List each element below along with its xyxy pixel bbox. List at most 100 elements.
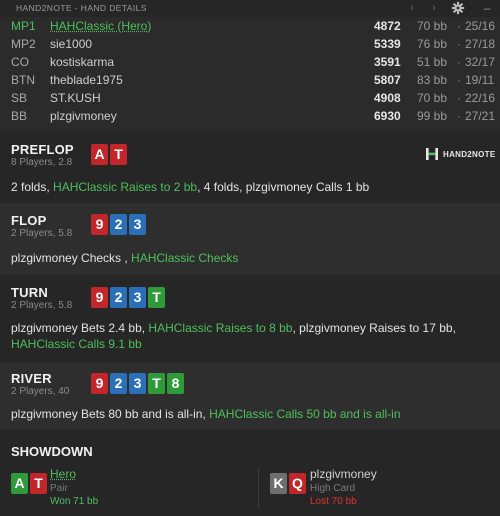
player-row[interactable]: BTN theblade1975 5807 83 bb 19/11 · — [0, 71, 500, 89]
action-text: , plzgivmoney Raises to 17 bb, — [292, 321, 456, 335]
player-name[interactable]: HAHClassic (Hero) — [50, 19, 151, 33]
player-name[interactable]: sie1000 — [50, 37, 92, 51]
player-stack-bb: 99 bb — [417, 109, 448, 123]
villain-name[interactable]: plzgivmoney — [310, 467, 377, 481]
action-text: plzgivmoney Bets 80 bb and is all-in, — [11, 407, 210, 421]
street-label: FLOP — [11, 213, 47, 228]
preflop-action: 2 folds, HAHClassic Raises to 2 bb, 4 fo… — [11, 179, 489, 195]
separator-dot: · — [457, 37, 461, 51]
playing-card: T — [30, 473, 47, 494]
player-stack-bb: 70 bb — [417, 91, 448, 105]
preflop-cards: AT — [91, 144, 127, 165]
playing-card: 2 — [110, 214, 127, 235]
separator-dot: · — [457, 91, 461, 105]
playing-card: A — [91, 144, 108, 165]
player-stack: 6930 — [374, 109, 401, 123]
player-position: MP1 — [11, 19, 36, 33]
hero-cards: AT — [11, 473, 47, 494]
gear-icon[interactable] — [451, 1, 465, 15]
separator-dot: · — [457, 19, 461, 33]
separator-dot: · — [457, 109, 461, 123]
playing-card: 9 — [91, 373, 108, 394]
player-name[interactable]: ST.KUSH — [50, 91, 101, 105]
hero-hand-rank: Pair — [50, 483, 68, 494]
river-section: RIVER 2 Players, 40 923T8 plzgivmoney Be… — [0, 362, 500, 430]
river-action: plzgivmoney Bets 80 bb and is all-in, HA… — [11, 406, 489, 422]
flop-action: plzgivmoney Checks , HAHClassic Checks — [11, 250, 489, 266]
minimize-icon[interactable]: – — [480, 1, 494, 15]
player-stack-bb: 51 bb — [417, 55, 448, 69]
player-position: BTN — [11, 73, 35, 87]
action-text: plzgivmoney Bets 2.4 bb, — [11, 321, 149, 335]
player-name[interactable]: theblade1975 — [50, 73, 123, 87]
player-row[interactable]: BB plzgivmoney 6930 99 bb 27/21 · — [0, 107, 500, 125]
hero-action: HAHClassic Raises to 2 bb — [53, 180, 198, 194]
turn-cards: 923T — [91, 287, 165, 308]
playing-card: 9 — [91, 287, 108, 308]
flop-cards: 923 — [91, 214, 146, 235]
player-stack-bb: 70 bb — [417, 19, 448, 33]
street-label: PREFLOP — [11, 142, 74, 157]
separator-dot: · — [457, 55, 461, 69]
flop-section: FLOP 2 Players, 5.8 923 plzgivmoney Chec… — [0, 203, 500, 275]
chevron-left-icon[interactable]: ‹ — [405, 1, 419, 15]
title-bar: HAND2NOTE - HAND DETAILS ‹ › – — [0, 0, 500, 17]
player-stats: 27/21 — [465, 109, 496, 123]
player-stats: 22/16 — [465, 91, 496, 105]
villain-cards: KQ — [270, 473, 306, 494]
preflop-section: PREFLOP 8 Players, 2.8 AT HAND2NOTE 2 fo… — [0, 131, 500, 203]
player-row[interactable]: MP2 sie1000 5339 76 bb 27/18 · — [0, 35, 500, 53]
showdown-title: SHOWDOWN — [11, 444, 93, 459]
window-title: HAND2NOTE - HAND DETAILS — [16, 3, 147, 13]
hand2note-logo-icon — [426, 148, 438, 160]
hero-name[interactable]: Hero — [50, 467, 76, 481]
showdown-divider — [258, 468, 259, 508]
player-stack: 4908 — [374, 91, 401, 105]
player-stack-bb: 76 bb — [417, 37, 448, 51]
action-text: , 4 folds, plzgivmoney Calls 1 bb — [197, 180, 370, 194]
playing-card: 9 — [91, 214, 108, 235]
player-stack: 4872 — [374, 19, 401, 33]
river-cards: 923T8 — [91, 373, 184, 394]
separator-dot: · — [457, 73, 461, 87]
player-position: MP2 — [11, 37, 36, 51]
playing-card: T — [110, 144, 127, 165]
street-info: 2 Players, 5.8 — [11, 300, 73, 311]
playing-card: T — [148, 287, 165, 308]
playing-card: K — [270, 473, 287, 494]
hand2note-logo: HAND2NOTE — [425, 147, 495, 161]
villain-result: Lost 70 bb — [310, 496, 357, 507]
player-stack-bb: 83 bb — [417, 73, 448, 87]
action-text: 2 folds, — [11, 180, 54, 194]
hero-action: HAHClassic Calls 50 bb and is all-in — [209, 407, 401, 421]
chevron-right-icon[interactable]: › — [427, 1, 441, 15]
player-stack: 5807 — [374, 73, 401, 87]
playing-card: 8 — [167, 373, 184, 394]
street-info: 8 Players, 2.8 — [11, 157, 73, 168]
player-stack: 3591 — [374, 55, 401, 69]
player-stats: 32/17 — [465, 55, 496, 69]
player-row[interactable]: SB ST.KUSH 4908 70 bb 22/16 · — [0, 89, 500, 107]
street-info: 2 Players, 5.8 — [11, 228, 73, 239]
playing-card: A — [11, 473, 28, 494]
player-row[interactable]: CO kostiskarma 3591 51 bb 32/17 · — [0, 53, 500, 71]
playing-card: 3 — [129, 214, 146, 235]
playing-card: Q — [289, 473, 306, 494]
playing-card: T — [148, 373, 165, 394]
player-stack: 5339 — [374, 37, 401, 51]
action-text: plzgivmoney Checks , — [11, 251, 132, 265]
player-position: SB — [11, 91, 28, 105]
player-name[interactable]: plzgivmoney — [50, 109, 117, 123]
hero-action: HAHClassic Calls 9.1 bb — [11, 337, 142, 351]
player-position: CO — [11, 55, 29, 69]
street-label: TURN — [11, 285, 48, 300]
villain-hand-rank: High Card — [310, 483, 356, 494]
player-stats: 27/18 — [465, 37, 496, 51]
playing-card: 2 — [110, 287, 127, 308]
player-name[interactable]: kostiskarma — [50, 55, 114, 69]
player-position: BB — [11, 109, 28, 123]
playing-card: 3 — [129, 373, 146, 394]
turn-section: TURN 2 Players, 5.8 923T plzgivmoney Bet… — [0, 275, 500, 362]
street-info: 2 Players, 40 — [11, 386, 70, 397]
player-row[interactable]: MP1 HAHClassic (Hero) 4872 70 bb 25/16 · — [0, 17, 500, 35]
